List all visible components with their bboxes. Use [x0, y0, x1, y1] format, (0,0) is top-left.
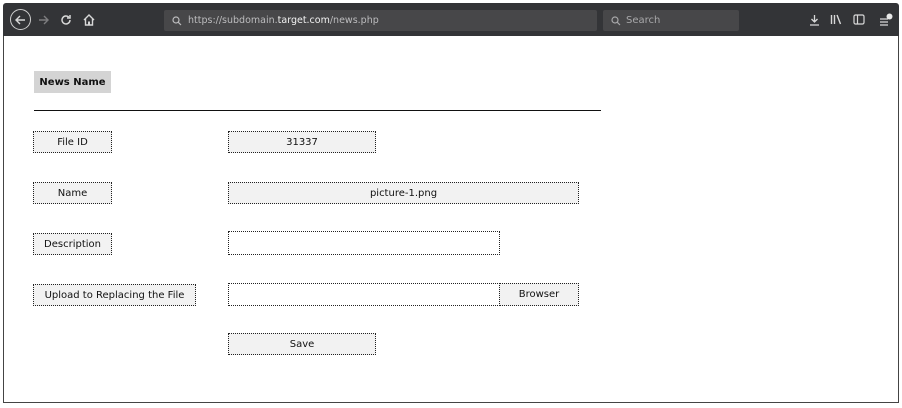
description-label: Description: [33, 233, 112, 255]
url-domain: target.com: [277, 15, 330, 26]
search-input[interactable]: Search: [603, 10, 739, 31]
downloads-button[interactable]: [806, 3, 822, 36]
library-icon: [830, 14, 841, 25]
sidebar-icon: [853, 14, 865, 25]
sidebar-button[interactable]: [851, 3, 867, 36]
browse-button[interactable]: Browser: [499, 283, 579, 306]
save-button[interactable]: Save: [228, 333, 376, 355]
download-icon: [809, 14, 819, 26]
address-bar[interactable]: https://subdomain. target.com/news.php: [164, 10, 597, 31]
home-icon: [83, 13, 95, 26]
menu-button[interactable]: [878, 3, 894, 36]
back-button[interactable]: [8, 3, 32, 36]
name-label: Name: [33, 182, 112, 204]
reload-button[interactable]: [58, 3, 74, 36]
file-id-label: File ID: [33, 131, 112, 153]
upload-file-field[interactable]: [228, 283, 500, 306]
back-arrow-icon: [9, 9, 31, 30]
url-prefix: https://subdomain.: [188, 15, 278, 26]
forward-arrow-icon: [38, 15, 49, 24]
page-title: News Name: [34, 71, 111, 93]
page-content: News Name File ID 31337 Name picture-1.p…: [3, 36, 899, 403]
reload-icon: [61, 14, 71, 25]
name-field[interactable]: picture-1.png: [228, 182, 579, 204]
home-button[interactable]: [81, 3, 97, 36]
browser-toolbar: https://subdomain. target.com/news.php Se…: [3, 3, 899, 36]
file-id-field[interactable]: 31337: [228, 131, 376, 153]
heading-divider: [34, 110, 601, 111]
forward-button[interactable]: [35, 3, 51, 36]
search-icon: [172, 15, 182, 25]
url-path: /news.php: [329, 15, 379, 26]
search-placeholder: Search: [626, 15, 661, 26]
hamburger-menu-icon: [880, 13, 893, 26]
upload-label: Upload to Replacing the File: [33, 284, 196, 306]
browser-window: https://subdomain. target.com/news.php Se…: [0, 0, 902, 408]
search-icon: [611, 15, 621, 25]
description-field[interactable]: [228, 231, 500, 255]
library-button[interactable]: [828, 3, 844, 36]
